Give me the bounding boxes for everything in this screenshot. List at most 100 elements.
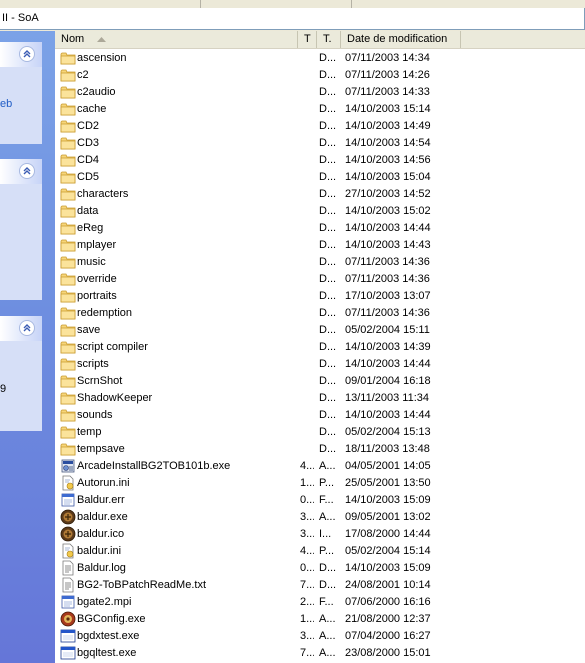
file-row[interactable]: portraits D... 17/10/2003 13:07 <box>55 288 585 305</box>
task-pane-section-header[interactable] <box>0 42 42 67</box>
file-name: temp <box>77 426 102 438</box>
folder-icon <box>60 52 76 65</box>
file-row[interactable]: c2 D... 07/11/2003 14:26 <box>55 67 585 84</box>
column-header-size-label: T <box>304 33 311 45</box>
file-type: D... <box>319 409 337 421</box>
file-row[interactable]: characters D... 27/10/2003 14:52 <box>55 186 585 203</box>
file-row[interactable]: CD3 D... 14/10/2003 14:54 <box>55 135 585 152</box>
file-row[interactable]: BGConfig.exe 1... A... 21/08/2000 12:37 <box>55 611 585 628</box>
file-type: D... <box>319 154 337 166</box>
file-row[interactable]: baldur.ini 4... P... 05/02/2004 15:14 <box>55 543 585 560</box>
file-size <box>300 152 314 169</box>
file-row[interactable]: ScrnShot D... 09/01/2004 16:18 <box>55 373 585 390</box>
file-row[interactable]: bgate2.mpi 2... F... 07/06/2000 16:16 <box>55 594 585 611</box>
folder-icon <box>60 409 76 422</box>
file-size: 0... <box>300 562 314 574</box>
text-file-icon <box>62 577 74 593</box>
file-row[interactable]: CD5 D... 14/10/2003 15:04 <box>55 169 585 186</box>
file-row[interactable]: Autorun.ini 1... P... 25/05/2001 13:50 <box>55 475 585 492</box>
file-row[interactable]: music D... 07/11/2003 14:36 <box>55 254 585 271</box>
file-date: 07/11/2003 14:36 <box>345 273 430 285</box>
chevron-up-icon[interactable] <box>19 320 35 336</box>
file-row[interactable]: eReg D... 14/10/2003 14:44 <box>55 220 585 237</box>
file-date: 07/11/2003 14:36 <box>345 256 430 268</box>
file-name: cache <box>77 103 107 115</box>
task-pane-link[interactable]: eb <box>0 98 12 110</box>
file-date: 14/10/2003 14:44 <box>345 358 431 370</box>
file-row[interactable]: temp D... 05/02/2004 15:13 <box>55 424 585 441</box>
folder-icon <box>60 222 76 235</box>
address-bar[interactable]: II - SoA <box>0 8 585 30</box>
file-row[interactable]: redemption D... 07/11/2003 14:36 <box>55 305 585 322</box>
file-size <box>300 135 314 152</box>
file-row[interactable]: Baldur.log 0... D... 14/10/2003 15:09 <box>55 560 585 577</box>
file-row[interactable]: sounds D... 14/10/2003 14:44 <box>55 407 585 424</box>
file-type: A... <box>319 647 336 659</box>
file-date: 17/08/2000 14:44 <box>345 528 431 540</box>
file-type: D... <box>319 137 337 149</box>
column-header-name-label: Nom <box>61 33 85 45</box>
file-row[interactable]: bgqltest.exe 7... A... 23/08/2000 15:01 <box>55 645 585 662</box>
file-name: baldur.exe <box>77 511 128 523</box>
file-name: Autorun.ini <box>77 477 130 489</box>
toolbar-segment <box>201 0 352 8</box>
file-size: 7... <box>300 579 314 591</box>
file-type: I... <box>319 528 332 540</box>
file-row[interactable]: c2audio D... 07/11/2003 14:33 <box>55 84 585 101</box>
task-pane-section-header[interactable] <box>0 159 42 184</box>
file-date: 14/10/2003 14:44 <box>345 409 431 421</box>
task-pane-section-header[interactable] <box>0 316 42 341</box>
column-header-name[interactable]: Nom <box>55 31 298 48</box>
file-row[interactable]: scripts D... 14/10/2003 14:44 <box>55 356 585 373</box>
file-row[interactable]: baldur.ico 3... I... 17/08/2000 14:44 <box>55 526 585 543</box>
chevron-up-icon[interactable] <box>19 163 35 179</box>
folder-icon <box>60 205 76 218</box>
file-row[interactable]: bgdxtest.exe 3... A... 07/04/2000 16:27 <box>55 628 585 645</box>
file-row[interactable]: script compiler D... 14/10/2003 14:39 <box>55 339 585 356</box>
file-type: D... <box>319 392 337 404</box>
game-exe-icon <box>60 509 76 525</box>
file-name: c2 <box>77 69 89 81</box>
chevron-up-icon[interactable] <box>19 46 35 62</box>
file-type: D... <box>319 86 337 98</box>
file-row[interactable]: ascension D... 07/11/2003 14:34 <box>55 50 585 67</box>
file-name: characters <box>77 188 129 200</box>
file-row[interactable]: ArcadeInstallBG2TOB101b.exe 4... A... 04/05… <box>55 458 585 475</box>
file-size <box>300 101 314 118</box>
file-size: 4... <box>300 460 314 472</box>
column-header-size[interactable]: T <box>298 31 317 48</box>
file-row[interactable]: tempsave D... 18/11/2003 13:48 <box>55 441 585 458</box>
file-date: 21/08/2000 12:37 <box>345 613 431 625</box>
file-row[interactable]: save D... 05/02/2004 15:11 <box>55 322 585 339</box>
task-pane: eb 9 <box>0 31 55 663</box>
file-size <box>300 288 314 305</box>
file-row[interactable]: cache D... 14/10/2003 15:14 <box>55 101 585 118</box>
folder-icon <box>60 341 76 354</box>
file-name: baldur.ico <box>77 528 125 540</box>
file-date: 07/11/2003 14:36 <box>345 307 430 319</box>
file-type: D... <box>319 69 337 81</box>
file-row[interactable]: mplayer D... 14/10/2003 14:43 <box>55 237 585 254</box>
file-row[interactable]: baldur.exe 3... A... 09/05/2001 13:02 <box>55 509 585 526</box>
file-name: ascension <box>77 52 127 64</box>
column-header-type[interactable]: T. <box>317 31 341 48</box>
file-name: CD5 <box>77 171 100 183</box>
file-row[interactable]: CD2 D... 14/10/2003 14:49 <box>55 118 585 135</box>
file-row[interactable]: Baldur.err 0... F... 14/10/2003 15:09 <box>55 492 585 509</box>
file-name: c2audio <box>77 86 116 98</box>
file-row[interactable]: data D... 14/10/2003 15:02 <box>55 203 585 220</box>
file-row[interactable]: override D... 07/11/2003 14:36 <box>55 271 585 288</box>
file-size <box>300 441 314 458</box>
column-header-date[interactable]: Date de modification <box>341 31 461 48</box>
file-size <box>300 186 314 203</box>
file-size <box>300 407 314 424</box>
file-row[interactable]: BG2-ToBPatchReadMe.txt 7... D... 24/08/2001… <box>55 577 585 594</box>
file-row[interactable]: CD4 D... 14/10/2003 14:56 <box>55 152 585 169</box>
file-date: 05/02/2004 15:11 <box>345 324 430 336</box>
file-row[interactable]: ShadowKeeper D... 13/11/2003 11:34 <box>55 390 585 407</box>
file-date: 05/02/2004 15:14 <box>345 545 431 557</box>
file-size <box>300 390 314 407</box>
file-type: F... <box>319 596 334 608</box>
folder-icon <box>60 137 76 150</box>
file-type: D... <box>319 358 337 370</box>
